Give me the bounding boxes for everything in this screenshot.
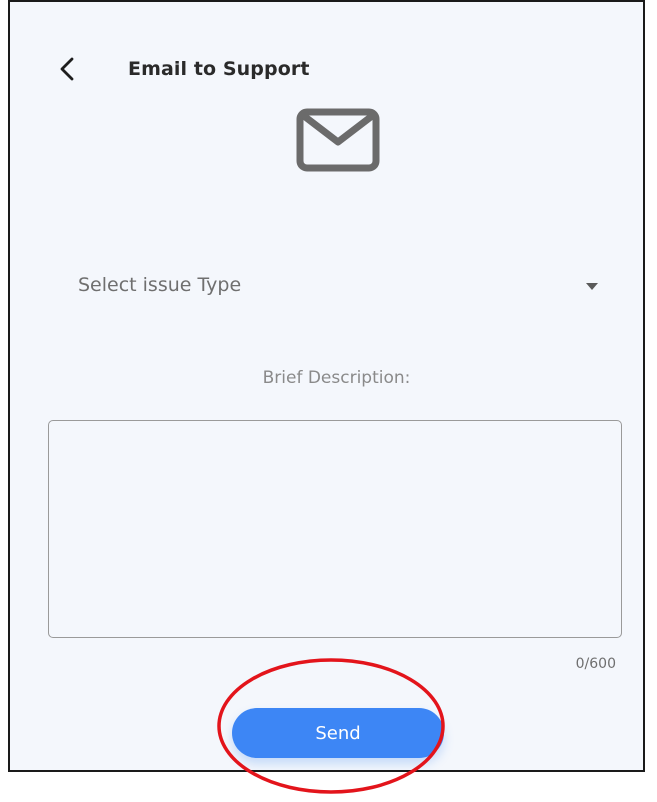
- send-button[interactable]: Send: [232, 708, 444, 758]
- chevron-left-icon: [60, 57, 74, 81]
- issue-type-select[interactable]: Select issue Type: [78, 266, 598, 308]
- back-button[interactable]: [52, 54, 82, 84]
- envelope-icon: [296, 108, 380, 172]
- page-title: Email to Support: [128, 58, 310, 80]
- issue-type-placeholder: Select issue Type: [78, 274, 242, 296]
- description-label: Brief Description:: [262, 368, 411, 388]
- description-textarea[interactable]: [48, 420, 622, 638]
- caret-down-icon: [586, 283, 598, 290]
- email-support-screen: Email to Support Select issue Type Brief…: [8, 0, 645, 772]
- character-counter: 0/600: [575, 656, 616, 672]
